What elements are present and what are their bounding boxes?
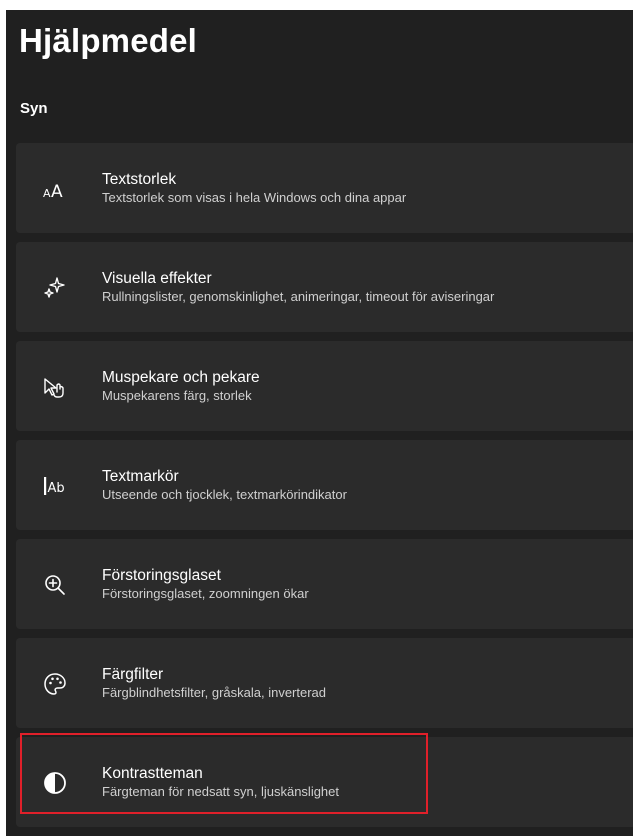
section-header: Syn — [20, 100, 48, 117]
setting-title: Förstoringsglaset — [102, 567, 221, 584]
contrast-icon — [42, 770, 68, 796]
setting-subtitle: Muspekarens färg, storlek — [102, 388, 252, 403]
setting-card-mouse-pointer[interactable]: Muspekare och pekare Muspekarens färg, s… — [16, 341, 633, 431]
page-title: Hjälpmedel — [19, 22, 198, 59]
svg-text:A: A — [43, 187, 51, 200]
text-size-icon: A A — [42, 176, 68, 202]
svg-text:Ab: Ab — [48, 481, 65, 496]
setting-title: Färgfilter — [102, 666, 164, 683]
setting-subtitle: Rullningslister, genomskinlighet, animer… — [102, 289, 495, 304]
setting-subtitle: Färgblindhetsfilter, gråskala, invertera… — [102, 685, 327, 700]
setting-card-visual-effects[interactable]: Visuella effekter Rullningslister, genom… — [16, 242, 633, 332]
setting-card-magnifier[interactable]: Förstoringsglaset Förstoringsglaset, zoo… — [16, 539, 633, 629]
magnifier-icon — [42, 572, 68, 598]
mouse-pointer-icon — [42, 374, 68, 400]
palette-icon — [42, 671, 68, 697]
setting-title: Muspekare och pekare — [102, 369, 260, 386]
setting-card-color-filters[interactable]: Färgfilter Färgblindhetsfilter, gråskala… — [16, 638, 633, 728]
setting-title: Textmarkör — [102, 468, 179, 485]
settings-window: Hjälpmedel Syn A A Textstorlek Textstorl… — [6, 10, 633, 836]
setting-subtitle: Utseende och tjocklek, textmarkörindikat… — [102, 487, 347, 502]
sparkle-icon — [42, 275, 68, 301]
setting-subtitle: Textstorlek som visas i hela Windows och… — [102, 190, 407, 205]
text-cursor-icon: Ab — [42, 473, 68, 499]
setting-subtitle: Färgteman för nedsatt syn, ljuskänslighe… — [102, 784, 340, 799]
svg-text:A: A — [51, 182, 63, 202]
setting-subtitle: Förstoringsglaset, zoomningen ökar — [102, 586, 309, 601]
setting-title: Kontrastteman — [102, 765, 203, 782]
setting-card-text-size[interactable]: A A Textstorlek Textstorlek som visas i … — [16, 143, 633, 233]
setting-title: Textstorlek — [102, 171, 177, 188]
setting-card-contrast-themes[interactable]: Kontrastteman Färgteman för nedsatt syn,… — [16, 737, 633, 827]
setting-title: Visuella effekter — [102, 270, 212, 287]
setting-card-text-cursor[interactable]: Ab Textmarkör Utseende och tjocklek, tex… — [16, 440, 633, 530]
settings-list: A A Textstorlek Textstorlek som visas i … — [16, 143, 633, 836]
